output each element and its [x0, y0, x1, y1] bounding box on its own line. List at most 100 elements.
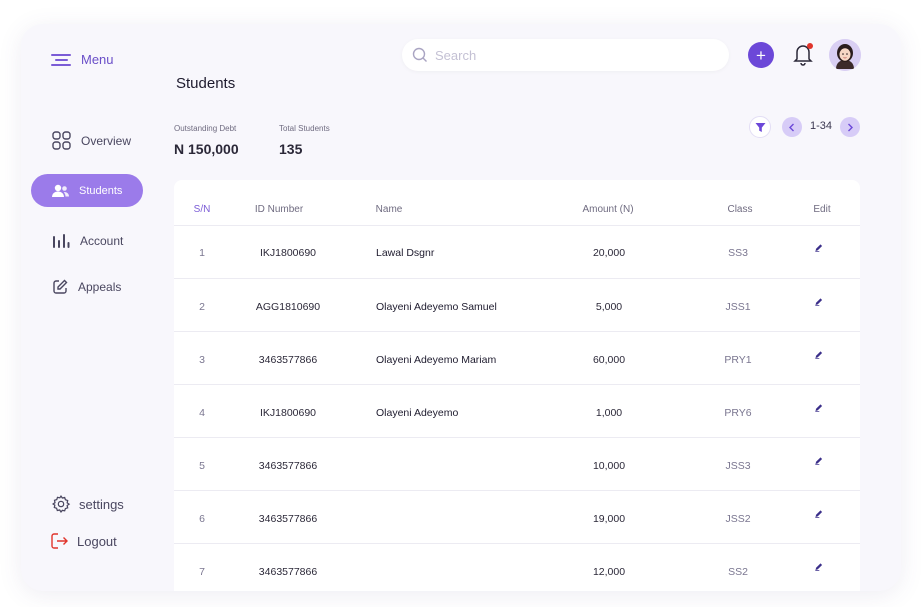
table-row[interactable]: 5 3463577866 10,000 JSS3 — [174, 438, 860, 491]
cell-sn: 7 — [199, 566, 205, 578]
hamburger-icon — [51, 53, 71, 67]
settings-link[interactable]: settings — [51, 494, 124, 514]
sidebar-item-students[interactable]: Students — [31, 174, 143, 207]
sidebar-item-label: Overview — [81, 133, 132, 148]
cell-name: Olayeni Adeyemo Samuel — [376, 301, 497, 313]
cell-id-number: 3463577866 — [258, 354, 318, 366]
cell-id-number: 3463577866 — [258, 513, 318, 525]
cell-sn: 2 — [199, 301, 205, 313]
table-row[interactable]: 6 3463577866 19,000 JSS2 — [174, 491, 860, 544]
table-row[interactable]: 1 IKJ1800690 Lawal Dsgnr 20,000 SS3 — [174, 226, 860, 279]
total-students-value: 135 — [279, 141, 303, 157]
column-header-edit: Edit — [813, 204, 831, 215]
pencil-icon — [815, 351, 823, 359]
cell-id-number: 3463577866 — [258, 566, 318, 578]
cell-name: Olayeni Adeyemo — [376, 407, 459, 419]
sidebar-item-overview[interactable]: Overview — [31, 124, 143, 157]
cell-amount: 60,000 — [592, 354, 626, 366]
menu-label: Menu — [81, 52, 114, 67]
students-table: S/N ID Number Name Amount (N) Class Edit… — [174, 180, 860, 591]
cell-sn: 1 — [199, 247, 205, 259]
chevron-left-icon — [789, 123, 794, 131]
cell-id-number: IKJ1800690 — [259, 247, 317, 259]
cell-class: JSS1 — [725, 301, 751, 313]
pencil-icon — [815, 404, 823, 412]
cell-amount: 1,000 — [595, 407, 623, 419]
cell-amount: 10,000 — [592, 460, 626, 472]
table-row[interactable]: 3 3463577866 Olayeni Adeyemo Mariam 60,000 P… — [174, 332, 860, 385]
pencil-icon — [815, 244, 823, 252]
app-window: Menu Overview Students Account Appeals s… — [21, 24, 901, 591]
next-page-button[interactable] — [840, 117, 860, 137]
column-header-amount[interactable]: Amount (N) — [582, 204, 633, 215]
cell-amount: 20,000 — [592, 247, 626, 259]
cell-class: JSS3 — [725, 460, 751, 472]
search-icon — [412, 47, 427, 62]
logout-label: Logout — [77, 533, 117, 549]
cell-amount: 5,000 — [595, 301, 623, 313]
edit-row-button[interactable] — [815, 297, 824, 309]
logout-link[interactable]: Logout — [51, 533, 117, 549]
menu-toggle[interactable]: Menu — [51, 52, 114, 67]
pencil-icon — [815, 457, 823, 465]
table-row[interactable]: 2 AGG1810690 Olayeni Adeyemo Samuel 5,000 JS… — [174, 279, 860, 332]
cell-sn: 4 — [199, 407, 205, 419]
table-row[interactable]: 7 3463577866 12,000 SS2 — [174, 544, 860, 591]
cell-id-number: AGG1810690 — [255, 301, 321, 313]
pencil-icon — [815, 298, 823, 306]
sidebar-item-account[interactable]: Account — [31, 224, 143, 257]
cell-id-number: 3463577866 — [258, 460, 318, 472]
filter-button[interactable] — [749, 116, 771, 138]
cell-amount: 12,000 — [592, 566, 626, 578]
edit-row-button[interactable] — [815, 562, 824, 574]
outstanding-debt-value: N 150,000 — [174, 141, 239, 157]
page-range: 1-34 — [810, 120, 833, 132]
chevron-right-icon — [848, 123, 853, 131]
pencil-icon — [815, 563, 823, 571]
plus-icon: + — [756, 45, 766, 65]
search-bar — [402, 39, 729, 71]
column-header-sn[interactable]: S/N — [194, 204, 211, 215]
logout-icon — [51, 533, 68, 549]
users-icon — [52, 184, 69, 197]
cell-sn: 6 — [199, 513, 205, 525]
user-avatar-icon — [829, 39, 861, 71]
sidebar-item-label: Students — [79, 184, 123, 197]
cell-sn: 5 — [199, 460, 205, 472]
prev-page-button[interactable] — [782, 117, 802, 137]
cell-class: SS2 — [728, 566, 748, 578]
cell-sn: 3 — [199, 354, 205, 366]
total-students-label: Total Students — [279, 124, 330, 133]
cell-name: Lawal Dsgnr — [376, 247, 435, 259]
notifications-button[interactable] — [792, 42, 814, 66]
add-button[interactable]: + — [748, 42, 774, 68]
column-header-name[interactable]: Name — [376, 204, 403, 215]
edit-row-button[interactable] — [815, 456, 824, 468]
column-header-class[interactable]: Class — [727, 204, 752, 215]
edit-row-button[interactable] — [815, 350, 824, 362]
sidebar-item-label: Account — [80, 233, 124, 248]
cell-class: PRY6 — [724, 407, 752, 419]
grid-icon — [52, 131, 71, 150]
sidebar-item-label: Appeals — [78, 279, 122, 294]
gear-icon — [51, 494, 71, 513]
filter-icon — [755, 122, 765, 132]
avatar[interactable] — [829, 39, 861, 71]
sidebar-item-appeals[interactable]: Appeals — [31, 270, 143, 303]
cell-amount: 19,000 — [592, 513, 626, 525]
table-row[interactable]: 4 IKJ1800690 Olayeni Adeyemo 1,000 PRY6 — [174, 385, 860, 438]
notification-dot — [807, 43, 813, 49]
bar-chart-icon — [53, 233, 70, 248]
cell-class: JSS2 — [725, 513, 751, 525]
edit-row-button[interactable] — [815, 403, 824, 415]
column-header-id[interactable]: ID Number — [255, 204, 303, 215]
cell-class: PRY1 — [724, 354, 752, 366]
table-header: S/N ID Number Name Amount (N) Class Edit — [174, 180, 860, 226]
page-title: Students — [176, 75, 236, 92]
edit-row-button[interactable] — [815, 509, 824, 521]
cell-class: SS3 — [728, 247, 748, 259]
settings-label: settings — [79, 496, 124, 512]
edit-row-button[interactable] — [815, 243, 824, 255]
cell-id-number: IKJ1800690 — [259, 407, 317, 419]
search-input[interactable] — [435, 47, 705, 63]
